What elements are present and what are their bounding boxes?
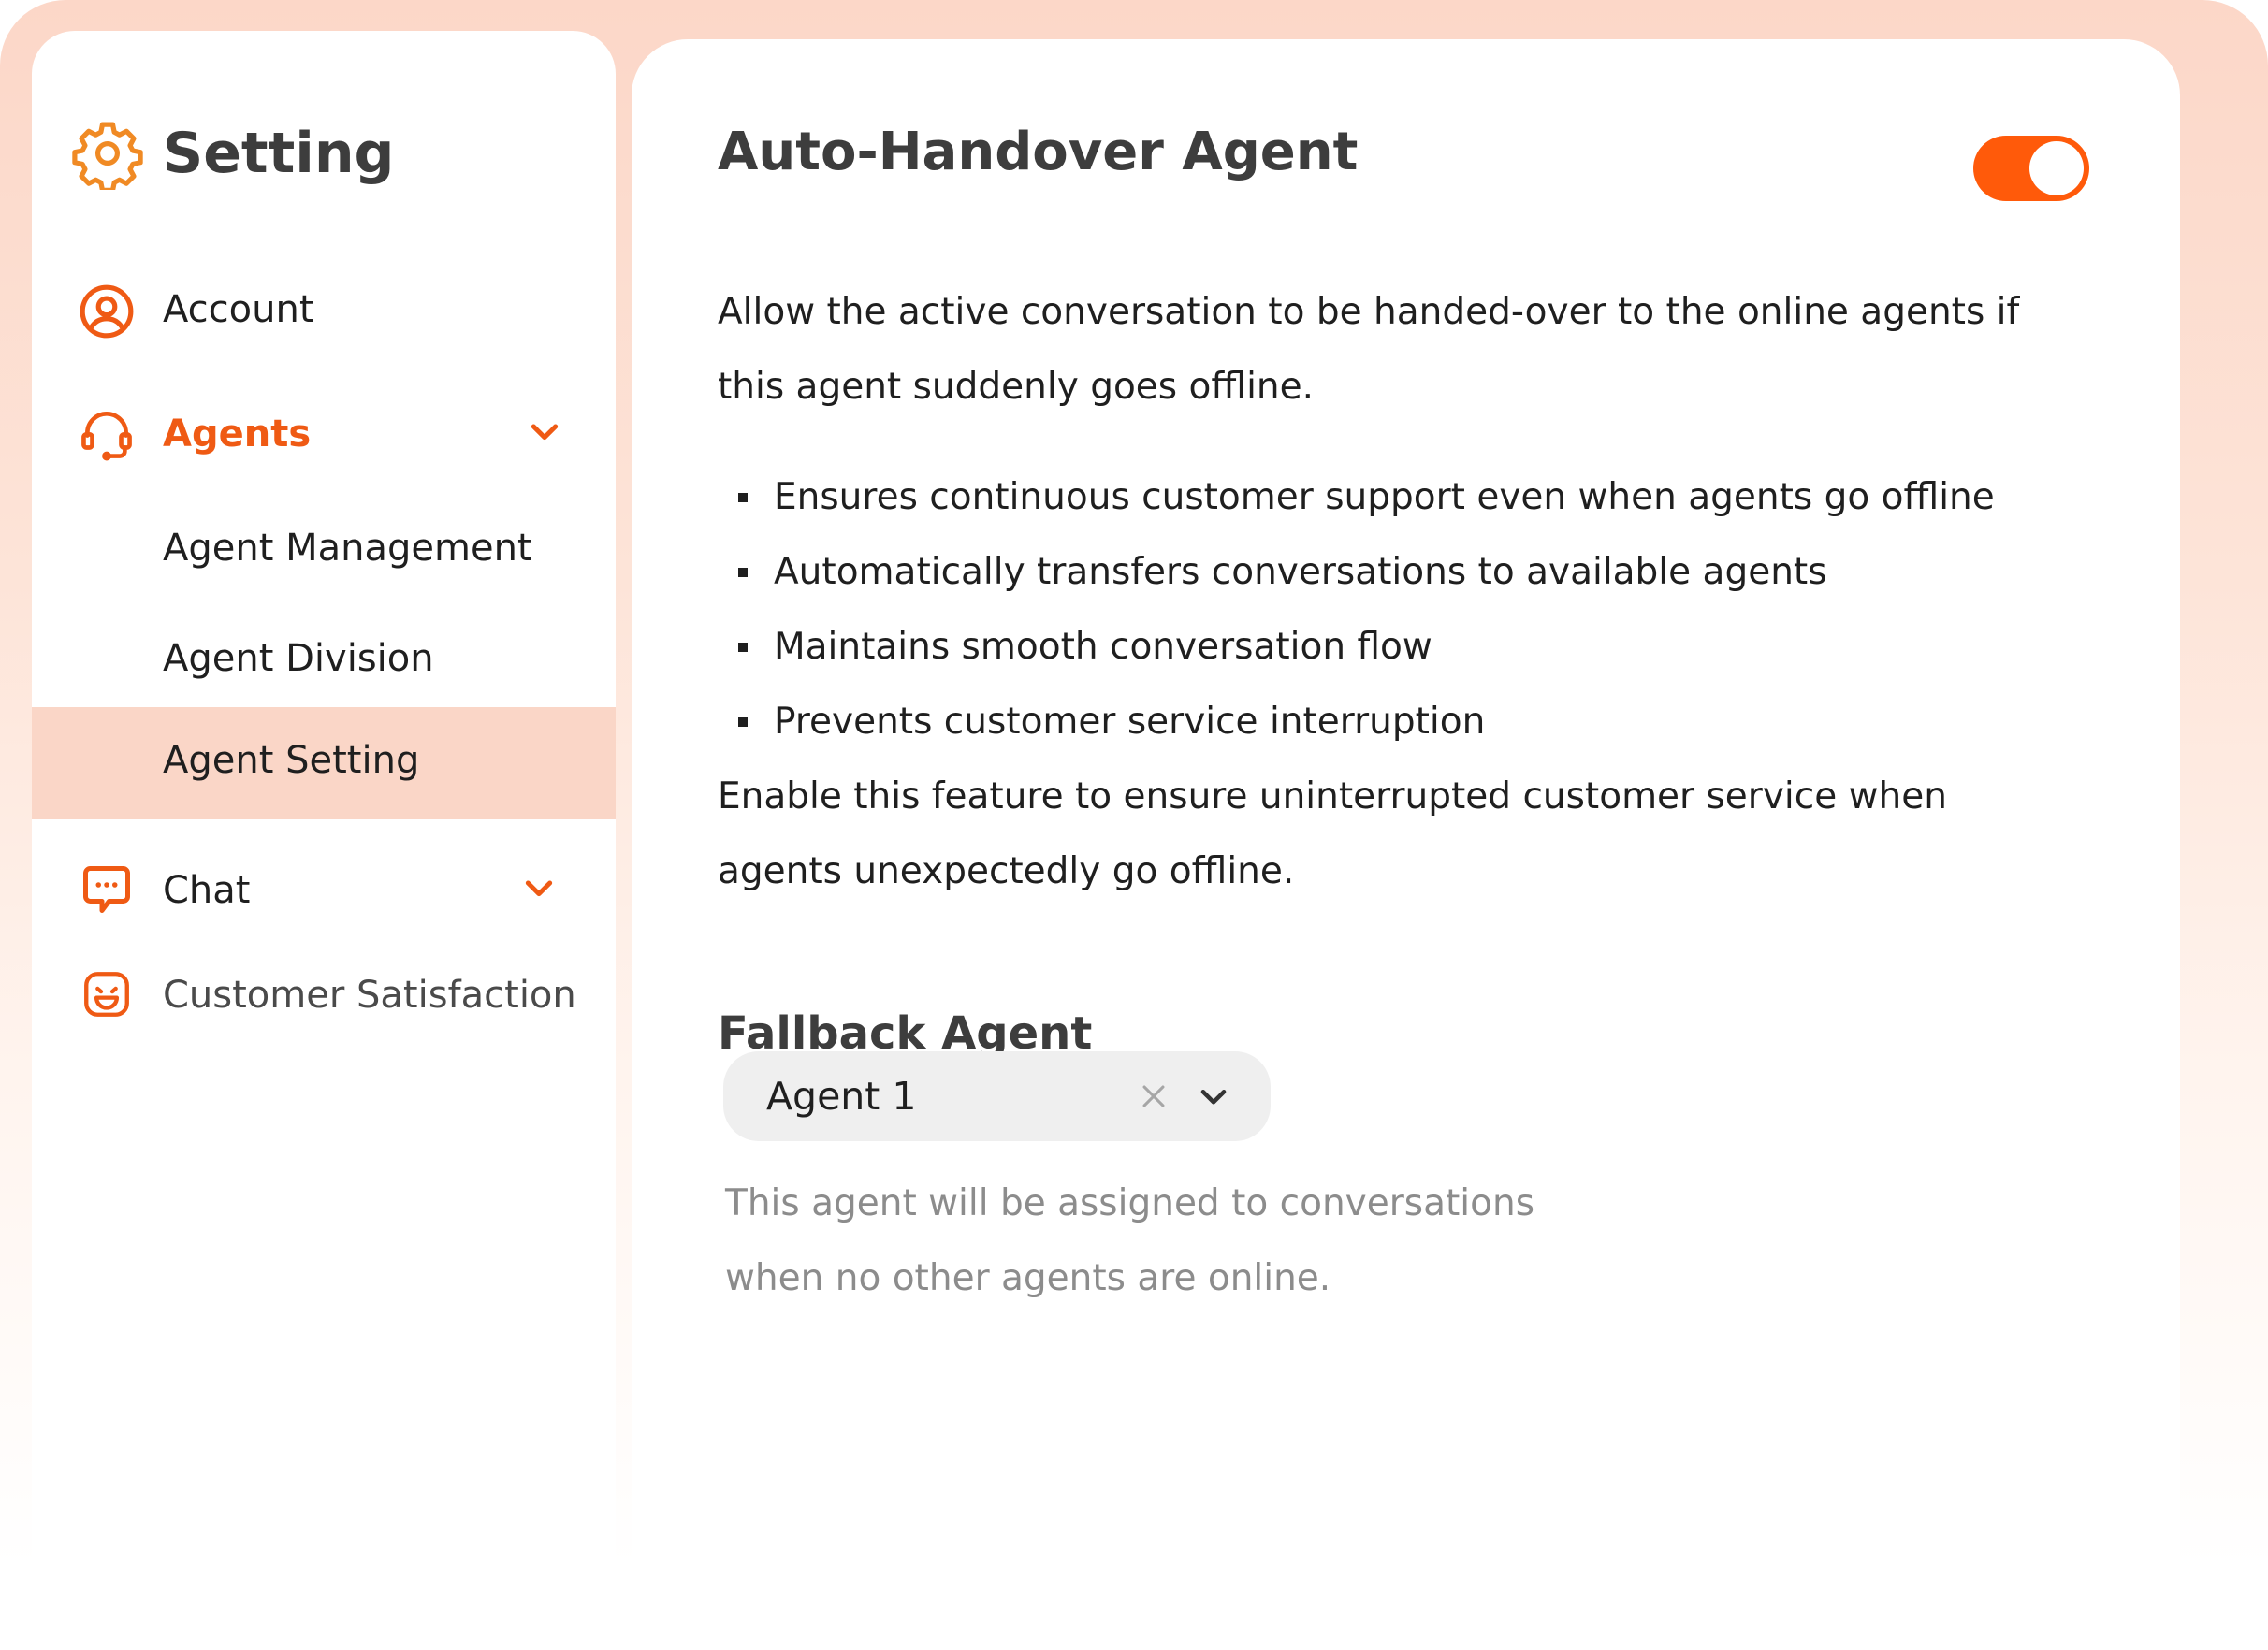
app-frame: Setting Account Agents Agent Management … bbox=[0, 0, 2268, 1650]
list-item: Automatically transfers conversations to… bbox=[718, 535, 1995, 610]
sidebar-title: Setting bbox=[163, 121, 395, 186]
smiley-icon bbox=[77, 964, 137, 1024]
closing-line: Enable this feature to ensure uninterrup… bbox=[718, 775, 1947, 818]
feature-list: Ensures continuous customer support even… bbox=[718, 460, 1995, 760]
headset-icon bbox=[77, 403, 137, 463]
sidebar-subitem-label: Agent Division bbox=[163, 637, 434, 680]
help-line: when no other agents are online. bbox=[725, 1257, 1331, 1299]
close-icon[interactable] bbox=[1135, 1078, 1172, 1115]
sidebar-item-account[interactable]: Account bbox=[32, 279, 616, 344]
sidebar-subitem-agent-management[interactable]: Agent Management bbox=[32, 508, 616, 592]
sidebar-item-agents[interactable]: Agents bbox=[32, 396, 616, 470]
bullet-mark bbox=[738, 493, 748, 502]
closing-line: agents unexpectedly go offline. bbox=[718, 850, 1295, 892]
list-item: Maintains smooth conversation flow bbox=[718, 610, 1995, 685]
bullet-mark bbox=[738, 717, 748, 727]
sidebar-subitem-agent-division[interactable]: Agent Division bbox=[32, 618, 616, 702]
description: Allow the active conversation to be hand… bbox=[718, 275, 2121, 425]
bullet-mark bbox=[738, 568, 748, 577]
page-title: Auto-Handover Agent bbox=[718, 122, 1359, 182]
sidebar-subitem-label: Agent Management bbox=[163, 527, 532, 570]
chevron-down-icon[interactable] bbox=[1193, 1076, 1234, 1117]
description-line: Allow the active conversation to be hand… bbox=[718, 291, 2020, 333]
sidebar-item-label: Account bbox=[163, 288, 314, 331]
user-circle-icon bbox=[77, 282, 137, 341]
sidebar-subitem-agent-setting[interactable]: Agent Setting bbox=[32, 707, 616, 819]
sidebar-item-label: Chat bbox=[163, 869, 251, 912]
settings-panel: Auto-Handover Agent Allow the active con… bbox=[632, 39, 2180, 1650]
toggle-knob bbox=[2029, 141, 2084, 195]
sidebar-item-label: Customer Satisfaction bbox=[163, 974, 576, 1017]
fallback-help-text: This agent will be assigned to conversat… bbox=[725, 1166, 1661, 1316]
chevron-down-icon[interactable] bbox=[522, 409, 567, 454]
fallback-agent-select[interactable]: Agent 1 bbox=[723, 1051, 1271, 1141]
closing-text: Enable this feature to ensure uninterrup… bbox=[718, 760, 2121, 909]
chevron-down-icon[interactable] bbox=[516, 865, 561, 910]
sidebar-item-chat[interactable]: Chat bbox=[32, 852, 616, 927]
sidebar-item-customer-satisfaction[interactable]: Customer Satisfaction bbox=[32, 957, 616, 1032]
sidebar-subitem-label: Agent Setting bbox=[163, 739, 420, 782]
list-item: Ensures continuous customer support even… bbox=[718, 460, 1995, 535]
sidebar-header: Setting bbox=[71, 111, 395, 195]
sidebar-item-label: Agents bbox=[163, 412, 312, 456]
help-line: This agent will be assigned to conversat… bbox=[725, 1182, 1535, 1224]
auto-handover-toggle[interactable] bbox=[1973, 136, 2089, 201]
description-line: this agent suddenly goes offline. bbox=[718, 366, 1315, 408]
sidebar: Setting Account Agents Agent Management … bbox=[32, 31, 616, 1650]
gear-icon bbox=[71, 117, 144, 190]
chat-bubble-icon bbox=[77, 860, 137, 919]
list-item: Prevents customer service interruption bbox=[718, 685, 1995, 760]
select-value: Agent 1 bbox=[766, 1074, 917, 1119]
bullet-mark bbox=[738, 643, 748, 652]
